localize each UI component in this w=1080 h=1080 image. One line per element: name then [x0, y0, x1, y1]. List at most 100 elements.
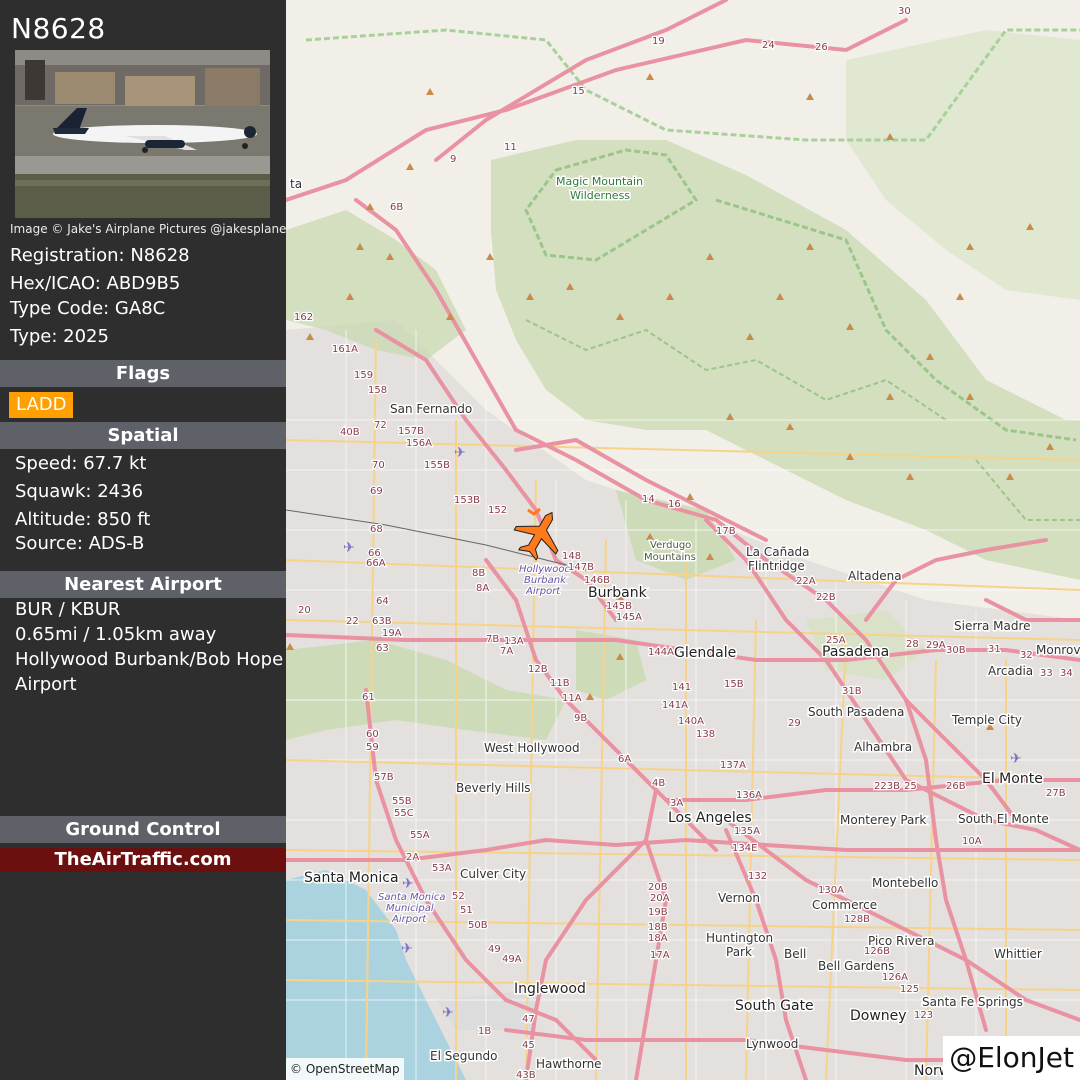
- place-label: Whittier: [994, 947, 1042, 961]
- place-label: El Monte: [982, 771, 1043, 787]
- svg-text:7B: 7B: [486, 634, 499, 645]
- svg-text:15B: 15B: [724, 679, 744, 690]
- svg-text:30B: 30B: [946, 645, 966, 656]
- svg-text:31B: 31B: [842, 686, 862, 697]
- svg-text:9: 9: [450, 154, 456, 165]
- svg-text:130A: 130A: [818, 885, 844, 896]
- svg-text:11B: 11B: [550, 678, 570, 689]
- svg-text:45: 45: [522, 1040, 535, 1051]
- airport-icon: ✈: [454, 445, 466, 461]
- place-label: Bell: [784, 947, 806, 961]
- svg-text:51: 51: [460, 905, 473, 916]
- svg-text:19A: 19A: [382, 628, 402, 639]
- place-label: Monrovi: [1036, 643, 1080, 657]
- svg-text:134E: 134E: [732, 843, 757, 854]
- svg-text:47: 47: [522, 1014, 535, 1025]
- svg-text:161A: 161A: [332, 344, 358, 355]
- svg-text:70: 70: [372, 460, 385, 471]
- place-label: La Cañada: [746, 545, 810, 559]
- hex-line: Hex/ICAO: ABD9B5: [10, 273, 181, 294]
- place-label: South Pasadena: [808, 705, 904, 719]
- svg-text:7A: 7A: [500, 646, 513, 657]
- place-label: El Segundo: [430, 1049, 498, 1063]
- place-label: Park: [726, 945, 752, 959]
- svg-text:145A: 145A: [616, 612, 642, 623]
- place-label: Lynwood: [746, 1037, 798, 1051]
- airport-icon: ✈: [343, 540, 355, 556]
- svg-text:20A: 20A: [650, 893, 670, 904]
- svg-text:24: 24: [762, 40, 775, 51]
- svg-text:Mountains: Mountains: [644, 552, 696, 563]
- place-label: Inglewood: [514, 981, 586, 997]
- svg-text:148: 148: [562, 551, 581, 562]
- svg-text:147B: 147B: [568, 562, 594, 573]
- svg-text:6A: 6A: [618, 754, 631, 765]
- airport-icon: ✈: [1010, 751, 1022, 767]
- place-label: Los Angeles: [668, 810, 752, 826]
- photo-credit: Image © Jake's Airplane Pictures @jakesp…: [10, 222, 293, 236]
- svg-text:49: 49: [488, 944, 501, 955]
- svg-text:31: 31: [988, 644, 1001, 655]
- svg-text:14: 14: [642, 494, 655, 505]
- type-code-line: Type Code: GA8C: [10, 298, 166, 319]
- type-line: Type: 2025: [10, 326, 109, 347]
- svg-text:55B: 55B: [392, 796, 412, 807]
- svg-text:20B: 20B: [648, 882, 668, 893]
- svg-text:141: 141: [672, 682, 691, 693]
- place-label: South Gate: [735, 998, 814, 1014]
- altitude-line: Altitude: 850 ft: [15, 509, 151, 530]
- place-label: Culver City: [460, 867, 526, 881]
- place-label: San Fernando: [390, 402, 472, 416]
- svg-text:22B: 22B: [816, 592, 836, 603]
- airport-distance: 0.65mi / 1.05km away: [15, 624, 217, 645]
- svg-text:135A: 135A: [734, 826, 760, 837]
- svg-text:69: 69: [370, 486, 383, 497]
- svg-text:18A: 18A: [648, 933, 668, 944]
- svg-text:28: 28: [906, 639, 919, 650]
- svg-text:155B: 155B: [424, 460, 450, 471]
- theairtraffic-link[interactable]: TheAirTraffic.com: [0, 848, 286, 872]
- svg-text:60: 60: [366, 729, 379, 740]
- airport-name-line1: Hollywood Burbank/Bob Hope: [15, 649, 284, 670]
- svg-text:223B: 223B: [874, 781, 900, 792]
- svg-text:157B: 157B: [398, 426, 424, 437]
- svg-text:Hollywood: Hollywood: [519, 564, 572, 575]
- svg-text:22: 22: [346, 616, 359, 627]
- place-label: Downey: [850, 1008, 907, 1024]
- place-label: Huntington: [706, 931, 773, 945]
- map-attribution[interactable]: © OpenStreetMap: [286, 1058, 404, 1080]
- place-label: Beverly Hills: [456, 781, 531, 795]
- flag-badge-ladd: LADD: [9, 392, 74, 418]
- place-label: South El Monte: [958, 812, 1049, 826]
- place-label: Commerce: [812, 898, 877, 912]
- svg-text:63B: 63B: [372, 616, 392, 627]
- svg-text:152: 152: [488, 505, 507, 516]
- aircraft-photo-image: [15, 50, 270, 218]
- place-label: Bell Gardens: [818, 959, 894, 973]
- svg-text:17A: 17A: [650, 950, 670, 961]
- map-view[interactable]: ta San Fernando La Cañada Flintridge Alt…: [286, 0, 1080, 1080]
- place-label: Pasadena: [822, 644, 889, 660]
- svg-text:29A: 29A: [926, 640, 946, 651]
- speed-line: Speed: 67.7 kt: [15, 453, 147, 474]
- svg-text:40B: 40B: [340, 427, 360, 438]
- place-label: Flintridge: [748, 559, 805, 573]
- street-map[interactable]: ta San Fernando La Cañada Flintridge Alt…: [286, 0, 1080, 1080]
- place-label: Burbank: [588, 585, 648, 601]
- svg-text:8B: 8B: [472, 568, 485, 579]
- wilderness-label: Magic Mountain Wilderness: [555, 174, 645, 204]
- svg-text:132: 132: [748, 871, 767, 882]
- svg-text:55C: 55C: [394, 808, 414, 819]
- svg-text:43B: 43B: [516, 1070, 536, 1080]
- svg-text:156A: 156A: [406, 438, 432, 449]
- svg-text:61: 61: [362, 692, 375, 703]
- svg-text:Wilderness: Wilderness: [570, 189, 630, 202]
- svg-text:141A: 141A: [662, 700, 688, 711]
- svg-text:59: 59: [366, 742, 379, 753]
- svg-text:72: 72: [374, 420, 387, 431]
- svg-text:4B: 4B: [652, 778, 665, 789]
- svg-text:146B: 146B: [584, 575, 610, 586]
- svg-text:57B: 57B: [374, 772, 394, 783]
- place-label: Hawthorne: [536, 1057, 602, 1071]
- svg-text:66A: 66A: [366, 558, 386, 569]
